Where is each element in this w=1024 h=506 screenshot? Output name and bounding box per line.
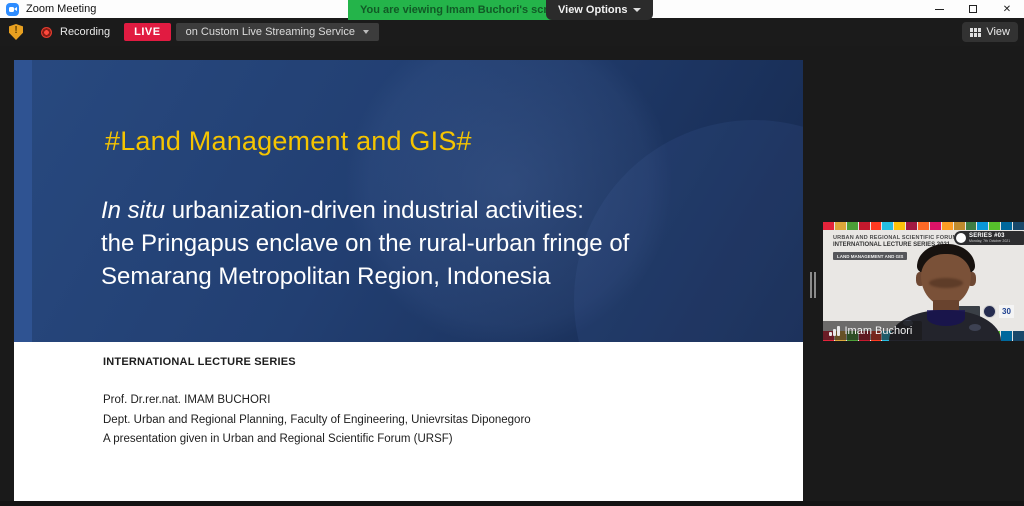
presenter-affiliation: Dept. Urban and Regional Planning, Facul…: [103, 414, 531, 426]
screen-viewing-text: You are viewing Imam Buchori's screen: [360, 4, 567, 16]
view-options-label: View Options: [558, 4, 627, 16]
person-face-shading: [929, 278, 963, 288]
zoom-app-icon: [6, 3, 19, 16]
live-badge[interactable]: LIVE: [124, 23, 170, 41]
view-layout-button[interactable]: View: [962, 22, 1018, 42]
recording-label: Recording: [60, 26, 110, 38]
slide-accent-stripe: [14, 60, 32, 342]
chevron-down-icon: [633, 8, 641, 12]
window-title: Zoom Meeting: [26, 3, 96, 15]
maximize-icon: [969, 5, 977, 13]
subtitle-line3: Semarang Metropolitan Region, Indonesia: [101, 260, 629, 293]
recording-dot-icon: [41, 27, 52, 38]
slide-header-section: #Land Management and GIS# In situ urbani…: [14, 60, 803, 342]
security-shield-icon[interactable]: [9, 24, 23, 40]
screen-viewing-banner: You are viewing Imam Buchori's screen: [348, 0, 579, 20]
grid-view-icon: [970, 28, 981, 37]
subtitle-italic-part: In situ: [101, 197, 165, 224]
sdg-color-strip-top: [823, 222, 1024, 230]
video-panel-drag-handle[interactable]: [810, 272, 817, 298]
screen-bottom-edge: [0, 501, 1024, 506]
slide-title: #Land Management and GIS#: [105, 126, 472, 157]
participant-video-thumbnail[interactable]: URBAN AND REGIONAL SCIENTIFIC FORUM (URS…: [823, 222, 1024, 341]
lecture-series-heading: INTERNATIONAL LECTURE SERIES: [103, 356, 296, 368]
presentation-note: A presentation given in Urban and Region…: [103, 433, 453, 445]
live-stream-service-dropdown[interactable]: on Custom Live Streaming Service: [176, 23, 379, 41]
slide-subtitle: In situ urbanization-driven industrial a…: [101, 194, 629, 293]
person-shirt-collar: [927, 310, 965, 326]
maximize-button[interactable]: [956, 0, 990, 18]
live-stream-service-label: on Custom Live Streaming Service: [186, 26, 355, 38]
subtitle-line2: the Pringapus enclave on the rural-urban…: [101, 227, 629, 260]
meeting-toolbar: Recording LIVE on Custom Live Streaming …: [0, 18, 1024, 46]
view-options-dropdown[interactable]: View Options: [546, 0, 653, 20]
series-date-text: Monday, 7th October 2021: [969, 239, 1010, 243]
presenter-name: Prof. Dr.rer.nat. IMAM BUCHORI: [103, 394, 270, 406]
series-badge-circle-icon: [956, 233, 966, 243]
close-button[interactable]: ✕: [990, 0, 1024, 18]
series-number-badge: SERIES #03 Monday, 7th October 2021: [954, 231, 1024, 245]
audio-level-icon: [829, 326, 840, 336]
minimize-icon: [935, 9, 944, 10]
participant-name-tag: Imam Buchori: [823, 321, 922, 340]
presentation-slide: #Land Management and GIS# In situ urbani…: [14, 60, 803, 501]
view-button-label: View: [986, 26, 1010, 38]
participant-name: Imam Buchori: [845, 325, 913, 337]
subtitle-line1-rest: urbanization-driven industrial activitie…: [165, 197, 584, 224]
chevron-down-icon: [363, 30, 369, 34]
minimize-button[interactable]: [922, 0, 956, 18]
